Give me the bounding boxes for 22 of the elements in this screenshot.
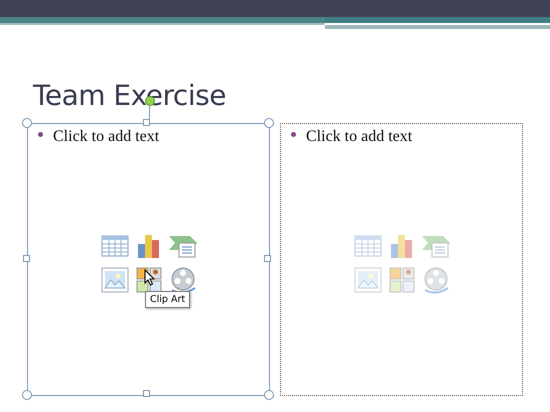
picture-icon[interactable]: [354, 266, 382, 292]
resize-handle[interactable]: [143, 119, 150, 126]
resize-handle[interactable]: [23, 255, 30, 262]
bullet-icon: [291, 132, 296, 137]
clip-art-icon[interactable]: [388, 266, 414, 292]
resize-handle[interactable]: [264, 118, 274, 128]
resize-handle[interactable]: [22, 390, 32, 400]
table-icon[interactable]: [354, 234, 382, 258]
picture-icon[interactable]: [100, 266, 128, 292]
content-placeholder[interactable]: Click to add text: [280, 123, 523, 396]
resize-handle[interactable]: [22, 118, 32, 128]
tooltip: Clip Art: [145, 291, 190, 308]
bullet-text[interactable]: Click to add text: [53, 128, 160, 146]
cursor-icon: [144, 269, 155, 286]
rotation-handle[interactable]: [145, 96, 155, 106]
slide-title[interactable]: Team Exercise: [33, 79, 226, 112]
bullet-text[interactable]: Click to add text: [306, 128, 412, 146]
resize-handle[interactable]: [264, 390, 274, 400]
bullet-icon: [38, 132, 43, 137]
resize-handle[interactable]: [143, 390, 150, 397]
table-icon[interactable]: [100, 234, 128, 258]
resize-handle[interactable]: [264, 255, 271, 262]
